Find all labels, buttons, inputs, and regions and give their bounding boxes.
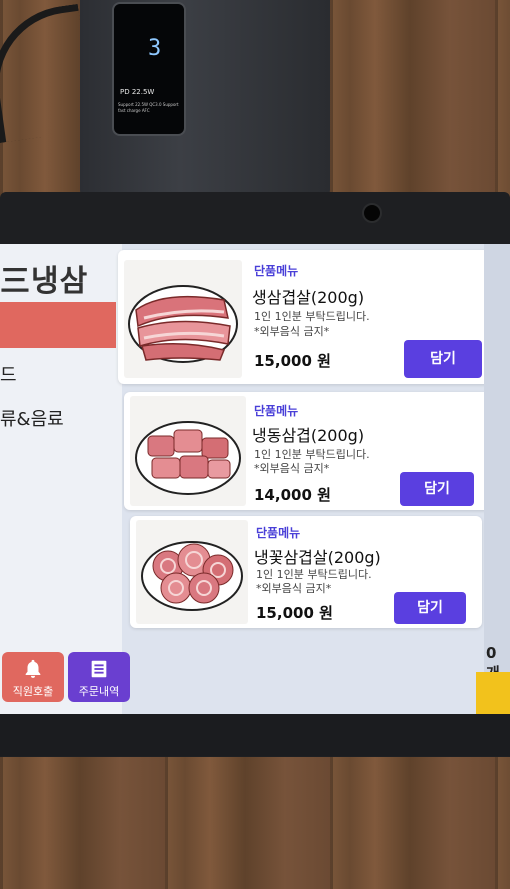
product-name: 냉꽃삼겹살(200g) — [254, 548, 381, 567]
kiosk-screen: 三냉삼 드 류&음료 직원호출 주문내역 단품메뉴 생삼겹살(200g) 1인 … — [0, 244, 510, 714]
product-price: 14,000 원 — [254, 486, 331, 504]
sidebar: 三냉삼 드 류&음료 직원호출 주문내역 — [0, 244, 130, 714]
power-bank-display: 3 PD 22.5W Support 22.5W QC3.0 Support f… — [112, 2, 186, 136]
category-item-sides[interactable]: 드 — [0, 361, 17, 387]
product-card[interactable]: 단품메뉴 냉동삼겹(200g) 1인 1인분 부탁드립니다. *외부음식 금지*… — [124, 392, 490, 510]
product-tag: 단품메뉴 — [256, 526, 301, 540]
add-to-cart-button[interactable]: 담기 — [394, 592, 466, 624]
product-note-2: *외부음식 금지* — [256, 582, 332, 595]
product-note: 1인 1인분 부탁드립니다. — [254, 448, 370, 461]
tablet-bottom-bezel — [0, 714, 510, 756]
product-name: 생삼겹살(200g) — [252, 288, 365, 307]
call-staff-button[interactable]: 직원호출 — [2, 652, 64, 702]
product-image-frozen-pork-belly — [130, 396, 246, 506]
add-to-cart-button[interactable]: 담기 — [404, 340, 482, 378]
power-bank-label: PD 22.5W — [120, 88, 155, 96]
store-name: 三냉삼 — [0, 264, 89, 299]
receipt-icon — [91, 660, 107, 678]
product-card[interactable]: 단품메뉴 냉꽃삼겹살(200g) 1인 1인분 부탁드립니다. *외부음식 금지… — [130, 516, 482, 628]
product-price: 15,000 원 — [254, 352, 331, 370]
product-note: 1인 1인분 부탁드립니다. — [254, 310, 370, 323]
product-price: 15,000 원 — [256, 604, 333, 622]
power-bank-digit: 3 — [148, 36, 162, 61]
camera-icon — [362, 203, 382, 223]
product-card[interactable]: 단품메뉴 생삼겹살(200g) 1인 1인분 부탁드립니다. *외부음식 금지*… — [118, 250, 496, 384]
product-image-pork-belly — [124, 260, 242, 378]
bell-icon — [25, 659, 41, 678]
power-bank-small-text: Support 22.5W QC3.0 Support fast charge … — [118, 102, 179, 113]
order-history-label: 주문내역 — [78, 685, 120, 698]
category-active[interactable] — [0, 302, 116, 348]
call-staff-label: 직원호출 — [12, 685, 54, 698]
order-history-button[interactable]: 주문내역 — [68, 652, 130, 702]
product-tag: 단품메뉴 — [254, 404, 299, 418]
product-note: 1인 1인분 부탁드립니다. — [256, 568, 372, 581]
product-tag: 단품메뉴 — [254, 264, 299, 278]
product-note-2: *외부음식 금지* — [254, 462, 330, 475]
category-item-drinks[interactable]: 류&음료 — [0, 405, 64, 431]
checkout-button[interactable] — [476, 672, 510, 714]
product-name: 냉동삼겹(200g) — [252, 426, 365, 445]
product-image-frozen-rolled-pork-belly — [136, 520, 248, 624]
add-to-cart-button[interactable]: 담기 — [400, 472, 474, 506]
product-note-2: *외부음식 금지* — [254, 325, 330, 338]
